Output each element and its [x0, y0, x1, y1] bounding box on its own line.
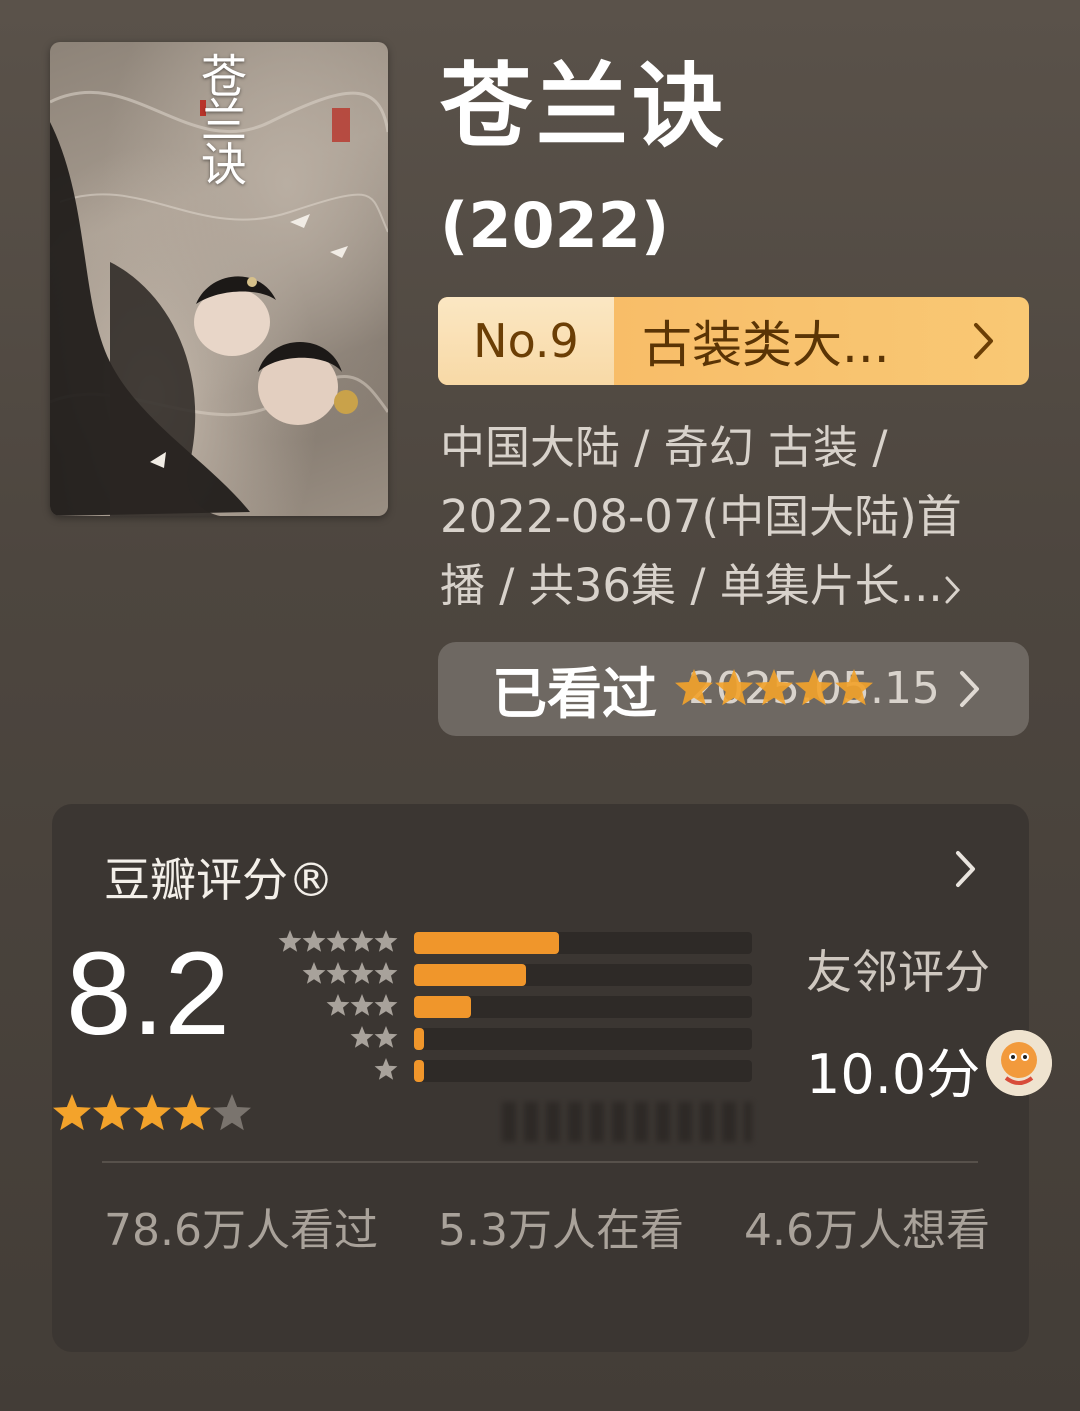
watched-label: 已看过: [492, 662, 658, 726]
rank-category-label: 古装类大...: [642, 316, 890, 374]
distribution-bar-track-4: [414, 964, 752, 986]
meta-line-episodes-text: 播 / 共36集 / 单集片长...: [440, 559, 943, 612]
distribution-stars-5: [278, 930, 398, 952]
star-icon: [374, 1026, 398, 1048]
star-icon: [326, 962, 350, 984]
rating-score: 8.2: [66, 928, 231, 1060]
distribution-bar-track-5: [414, 932, 752, 954]
star-icon: [52, 1094, 92, 1138]
distribution-bar-4: [414, 964, 526, 986]
friends-rating-score: 10.0分: [806, 1043, 981, 1106]
rating-section-title: 豆瓣评分®: [104, 853, 334, 907]
star-icon: [350, 930, 374, 952]
star-icon: [714, 669, 754, 713]
distribution-stars-2: [278, 1026, 398, 1048]
meta-line-release: 2022-08-07(中国大陆)首: [440, 490, 962, 543]
distribution-bar-track-2: [414, 1028, 752, 1050]
chevron-right-icon: [939, 297, 1029, 385]
chevron-right-icon: [959, 670, 981, 712]
distribution-bar-track-3: [414, 996, 752, 1018]
distribution-bar-track-1: [414, 1060, 752, 1082]
star-icon: [374, 962, 398, 984]
rank-number: No.9: [438, 297, 614, 385]
distribution-stars-1: [278, 1058, 398, 1080]
poster-title-text: 苍兰诀: [194, 52, 248, 184]
distribution-bar-1: [414, 1060, 424, 1082]
distribution-bar-2: [414, 1028, 424, 1050]
star-icon: [278, 930, 302, 952]
star-icon: [212, 1094, 252, 1138]
divider: [102, 1161, 978, 1163]
star-icon: [374, 994, 398, 1016]
movie-poster[interactable]: 苍兰诀: [50, 42, 388, 516]
star-icon: [326, 994, 350, 1016]
chevron-right-icon: [945, 555, 961, 624]
chevron-right-icon[interactable]: [955, 850, 977, 892]
distribution-bar-5: [414, 932, 559, 954]
friend-avatar-icon[interactable]: [986, 1030, 1052, 1096]
star-icon: [92, 1094, 132, 1138]
movie-title: 苍兰诀: [440, 53, 729, 160]
meta-line-region-genre: 中国大陆 / 奇幻 古装 /: [440, 421, 888, 474]
want-count[interactable]: 4.6万人想看: [744, 1196, 990, 1266]
distribution-stars-3: [278, 994, 398, 1016]
movie-year: (2022): [440, 189, 670, 262]
star-icon: [794, 669, 834, 713]
star-icon: [374, 1058, 398, 1080]
rating-count-blurred: [502, 1102, 752, 1142]
star-icon: [754, 669, 794, 713]
star-icon: [834, 669, 874, 713]
meta-line-episodes: 播 / 共36集 / 单集片长...: [440, 551, 1010, 624]
watched-count[interactable]: 78.6万人看过: [104, 1196, 404, 1266]
distribution-stars-4: [278, 962, 398, 984]
star-icon: [302, 930, 326, 952]
watching-count[interactable]: 5.3万人在看: [438, 1196, 684, 1266]
watched-status-button[interactable]: 已看过 2025.05.15: [438, 642, 1029, 736]
star-icon: [302, 962, 326, 984]
friends-rating-label: 友邻评分: [806, 945, 990, 999]
star-icon: [350, 1026, 374, 1048]
user-rating-stars: [674, 669, 874, 713]
star-icon: [374, 930, 398, 952]
movie-meta-info[interactable]: 中国大陆 / 奇幻 古装 / 2022-08-07(中国大陆)首 播 / 共36…: [440, 413, 1010, 624]
distribution-bar-3: [414, 996, 471, 1018]
star-icon: [350, 994, 374, 1016]
star-icon: [326, 930, 350, 952]
star-icon: [674, 669, 714, 713]
douban-rating-card[interactable]: 豆瓣评分® 8.2 友邻评分 10.0分 78.6万人看过 5.3万人在看 4.…: [52, 804, 1052, 1352]
star-icon: [350, 962, 374, 984]
rating-stars: [52, 1094, 252, 1138]
star-icon: [172, 1094, 212, 1138]
ranking-banner[interactable]: No.9 古装类大...: [438, 297, 1029, 385]
star-icon: [132, 1094, 172, 1138]
